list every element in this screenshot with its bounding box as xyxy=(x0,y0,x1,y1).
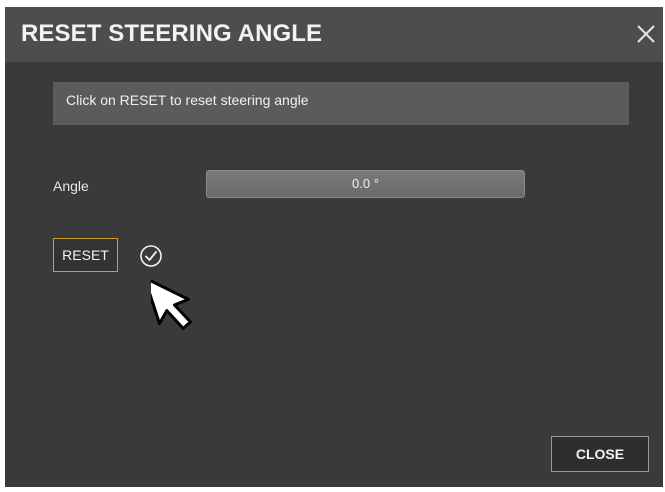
close-icon[interactable] xyxy=(633,21,659,47)
check-circle-icon xyxy=(140,245,162,267)
reset-button[interactable]: RESET xyxy=(53,238,118,272)
angle-value-field: 0.0 ° xyxy=(206,170,525,198)
angle-label: Angle xyxy=(53,178,89,194)
dialog-titlebar: RESET STEERING ANGLE xyxy=(5,7,663,62)
info-text: Click on RESET to reset steering angle xyxy=(66,92,309,108)
dialog-title: RESET STEERING ANGLE xyxy=(21,20,323,47)
mouse-pointer-icon xyxy=(151,276,192,330)
close-button[interactable]: CLOSE xyxy=(551,436,649,472)
info-banner: Click on RESET to reset steering angle xyxy=(53,82,629,125)
reset-steering-angle-dialog: RESET STEERING ANGLE Click on RESET to r… xyxy=(5,7,663,487)
